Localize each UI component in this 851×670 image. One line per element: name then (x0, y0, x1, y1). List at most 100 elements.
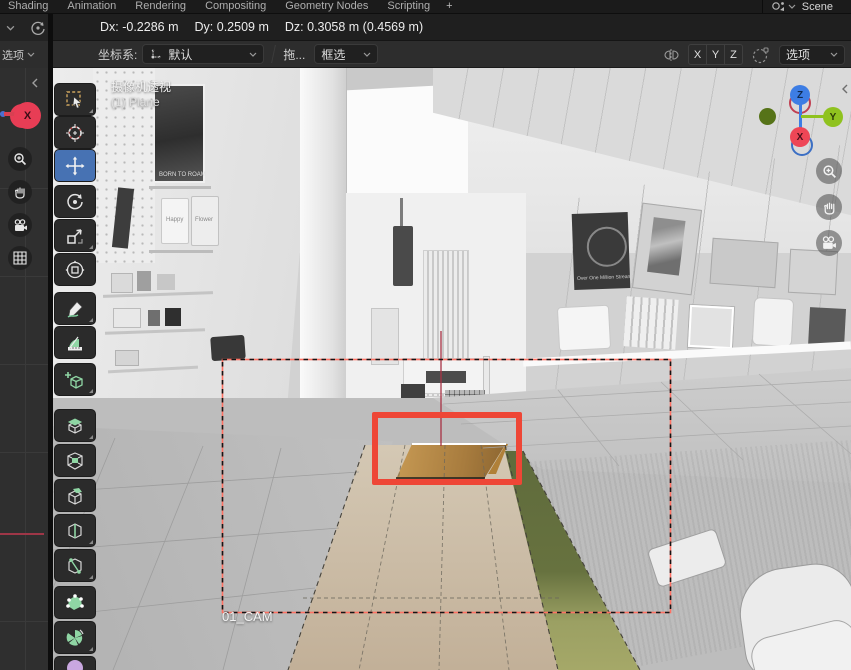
subtool-indicator (89, 435, 93, 439)
tool-poly-build[interactable] (55, 587, 95, 618)
tool-cursor[interactable] (55, 117, 95, 148)
grid-icon (13, 251, 27, 265)
transform-orientation-dropdown[interactable]: 默认 (142, 44, 264, 64)
mirror-x-toggle[interactable]: X (688, 44, 707, 65)
workspace-tab-rendering[interactable]: Rendering (135, 0, 186, 13)
shelf-item (115, 350, 139, 366)
workspace-tab-scripting[interactable]: Scripting (387, 0, 430, 13)
camera-view-button[interactable] (816, 230, 842, 256)
cursor-icon (65, 123, 85, 143)
sidebar-collapse-icon[interactable] (31, 78, 39, 88)
gizmo-axis-x[interactable]: X (790, 127, 810, 147)
camera-icon (821, 236, 837, 250)
tool-rotate[interactable] (55, 186, 95, 217)
tool-measure[interactable] (55, 327, 95, 358)
magnifier-plus-icon (822, 164, 837, 179)
chevron-down-icon (830, 52, 838, 57)
knife-icon (65, 556, 85, 576)
loop-cut-icon (65, 521, 85, 541)
vases (752, 297, 794, 347)
chevron-down-icon (249, 52, 257, 57)
group-divider (271, 45, 276, 63)
tool-options-dropdown[interactable]: 选项 (779, 45, 845, 65)
main-3d-viewport[interactable]: BORN TO ROAM Happy Flower Over One Milli… (53, 68, 851, 670)
shelf-item (113, 308, 141, 328)
shelf-edge (149, 250, 213, 253)
grid-ortho-button[interactable] (8, 246, 32, 270)
left-editor-tool-settings: 选项 (0, 41, 48, 68)
shelf-item (111, 273, 133, 293)
inset-faces-icon (65, 451, 85, 471)
chevron-down-icon (27, 52, 35, 57)
proportional-editing-icon[interactable] (751, 45, 771, 65)
streams-caption: Over One Million Streams (577, 274, 634, 282)
tool-move[interactable] (55, 150, 95, 181)
left-viewport[interactable]: X (0, 68, 48, 670)
view-mode-label: 摄像机透视 (111, 78, 171, 95)
transform-icon (65, 260, 85, 280)
camera-view-button[interactable] (8, 213, 32, 237)
pan-tool-button[interactable] (816, 194, 842, 220)
tool-smooth[interactable] (55, 657, 95, 670)
cabinet-slot (426, 371, 466, 383)
sidebar-collapse-icon[interactable] (841, 84, 849, 94)
gizmo-axis-y[interactable]: Y (823, 107, 843, 127)
tool-loop-cut[interactable] (55, 515, 95, 546)
add-workspace-button[interactable]: + (446, 0, 452, 13)
hallway-shelf (371, 308, 399, 365)
tool-bevel[interactable] (55, 480, 95, 511)
tool-extrude[interactable] (55, 410, 95, 441)
workspace-tab-compositing[interactable]: Compositing (205, 0, 266, 13)
tool-knife[interactable] (55, 550, 95, 581)
suitcase (210, 335, 246, 361)
tool-add-cube[interactable] (55, 364, 95, 395)
delta-x: Dx: -0.2286 m (100, 20, 179, 34)
blender-window: { "topbar": { "tabs": ["Shading", "Anima… (0, 0, 851, 670)
tool-scale[interactable] (55, 220, 95, 251)
bike-art (647, 217, 685, 275)
shelf-item (148, 310, 160, 326)
scale-icon (65, 226, 85, 246)
gizmo-axis-neg-y[interactable] (759, 108, 776, 125)
editor-type-chevron-icon[interactable] (6, 25, 15, 31)
tool-spin[interactable] (55, 622, 95, 653)
workspace-tab-geometry-nodes[interactable]: Geometry Nodes (285, 0, 368, 13)
streams-poster: Over One Million Streams (572, 212, 631, 290)
tool-inset[interactable] (55, 445, 95, 476)
zoom-tool-button[interactable] (816, 158, 842, 184)
display-card (709, 238, 778, 288)
bag-label: Flower (195, 217, 213, 223)
pan-tool-button[interactable] (8, 180, 32, 204)
scene-browse-chevron-icon[interactable] (788, 4, 796, 9)
tool-transform[interactable] (55, 254, 95, 285)
workspace-tab-animation[interactable]: Animation (67, 0, 116, 13)
active-scene-name[interactable]: Scene (802, 1, 833, 13)
chevron-down-icon (363, 52, 371, 57)
left-options-dropdown[interactable]: 选项 (2, 47, 24, 63)
product-bag: Flower (191, 196, 219, 246)
gizmo-axis-z[interactable]: Z (790, 85, 810, 105)
nav-axis-x-ball[interactable]: X (14, 102, 41, 129)
forest-poster: BORN TO ROAM (153, 84, 205, 183)
tool-select-box[interactable] (55, 84, 95, 115)
gizmo-toggle-icon[interactable] (30, 20, 46, 36)
drag-mode-value: 框选 (321, 46, 345, 63)
add-cube-icon (65, 370, 85, 390)
orientation-value: 默认 (168, 46, 192, 63)
workspace-tab-shading[interactable]: Shading (8, 0, 48, 13)
zoom-tool-button[interactable] (8, 147, 32, 171)
wall-fixture (393, 226, 413, 286)
annotate-pen-icon (65, 299, 85, 319)
tool-annotate[interactable] (55, 293, 95, 324)
mirror-y-toggle[interactable]: Y (706, 44, 725, 65)
drag-mode-dropdown[interactable]: 框选 (314, 44, 378, 64)
mirror-axis-toggles: X Y Z (688, 44, 743, 65)
subtool-indicator (89, 245, 93, 249)
mirror-z-toggle[interactable]: Z (724, 44, 743, 65)
active-object-label: (1) Plane (111, 95, 160, 109)
poly-build-icon (65, 593, 85, 613)
smooth-sphere-icon (65, 658, 85, 670)
viewport-header: Dx: -0.2286 m Dy: 0.2509 m Dz: 0.3058 m … (0, 14, 851, 41)
shelf-item (137, 271, 151, 291)
drag-label: 拖... (283, 46, 305, 63)
